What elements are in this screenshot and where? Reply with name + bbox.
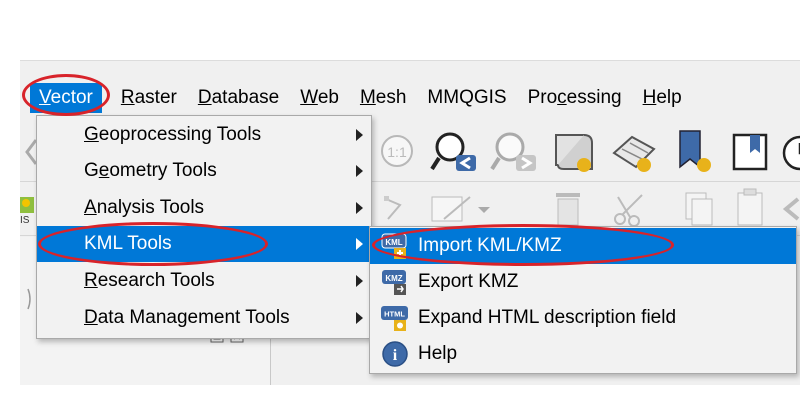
menu-processing[interactable]: Processing xyxy=(519,83,631,113)
html-expand-icon: HTML xyxy=(381,306,408,331)
cut-features-icon[interactable] xyxy=(610,189,650,229)
info-icon: i xyxy=(382,341,408,367)
submenu-arrow-icon xyxy=(356,129,363,141)
menu-item-research-tools[interactable]: Research Tools xyxy=(37,263,371,299)
new-spatial-bookmark-icon[interactable] xyxy=(672,127,716,177)
submenu-arrow-icon xyxy=(356,202,363,214)
clock-icon[interactable] xyxy=(780,131,800,175)
svg-text:i: i xyxy=(393,347,398,364)
new-map-view-icon[interactable] xyxy=(550,129,598,177)
menu-mesh[interactable]: Mesh xyxy=(351,83,415,113)
menu-item-analysis-tools[interactable]: Analysis Tools xyxy=(37,190,371,226)
copy-features-icon[interactable] xyxy=(680,189,716,229)
edit-attributes-icon[interactable] xyxy=(430,191,492,227)
menu-web[interactable]: Web xyxy=(291,83,348,113)
panel-grip-icon xyxy=(27,288,31,310)
menu-item-data-management-tools[interactable]: Data Management Tools xyxy=(37,300,371,336)
menu-item-kml-help[interactable]: i Help xyxy=(370,336,796,372)
menu-item-expand-html-description-field[interactable]: HTML Expand HTML description field xyxy=(370,300,796,336)
menu-database[interactable]: Database xyxy=(189,83,288,113)
undo-arrow-icon[interactable] xyxy=(780,193,800,225)
menu-mmqgis[interactable]: MMQGIS xyxy=(418,83,515,113)
node-tool-icon[interactable] xyxy=(380,191,416,227)
zoom-badge-text: 1:1 xyxy=(387,144,407,160)
menu-item-geoprocessing-tools[interactable]: Geoprocessing Tools xyxy=(37,117,371,153)
menu-raster[interactable]: Raster xyxy=(112,83,186,113)
zoom-last-icon[interactable] xyxy=(430,129,480,177)
submenu-arrow-icon xyxy=(356,275,363,287)
paste-features-icon[interactable] xyxy=(732,187,768,229)
new-3d-map-view-icon[interactable] xyxy=(610,129,658,177)
submenu-arrow-icon xyxy=(356,238,363,250)
show-bookmarks-icon[interactable] xyxy=(730,127,774,177)
menu-item-import-kml-kmz[interactable]: KML Import KML/KMZ xyxy=(370,228,796,264)
svg-text:KMZ: KMZ xyxy=(385,274,402,283)
menu-help[interactable]: Help xyxy=(634,83,691,113)
qgis-logo-icon: IS xyxy=(20,197,34,225)
kmz-export-icon: KMZ xyxy=(382,270,406,295)
svg-text:KML: KML xyxy=(385,238,402,247)
submenu-arrow-icon xyxy=(356,312,363,324)
svg-text:IS: IS xyxy=(20,215,30,225)
svg-text:HTML: HTML xyxy=(384,310,405,319)
kml-tools-submenu: KML Import KML/KMZ KMZ Export KMZ HTML E… xyxy=(369,226,797,374)
zoom-next-icon[interactable] xyxy=(490,129,540,177)
menu-vector[interactable]: Vector xyxy=(30,83,102,113)
kml-import-icon: KML xyxy=(381,233,407,259)
menu-item-geometry-tools[interactable]: Geometry Tools xyxy=(37,153,371,189)
menu-item-kml-tools[interactable]: KML Tools xyxy=(37,226,371,262)
vector-menu-dropdown: Geoprocessing Tools Geometry Tools Analy… xyxy=(36,115,372,339)
menubar: Vector Raster Database Web Mesh MMQGIS P… xyxy=(20,76,800,120)
zoom-native-resolution-icon[interactable]: 1:1 xyxy=(375,131,419,175)
menu-item-export-kmz[interactable]: KMZ Export KMZ xyxy=(370,264,796,300)
delete-selected-icon[interactable] xyxy=(550,189,586,229)
submenu-arrow-icon xyxy=(356,165,363,177)
